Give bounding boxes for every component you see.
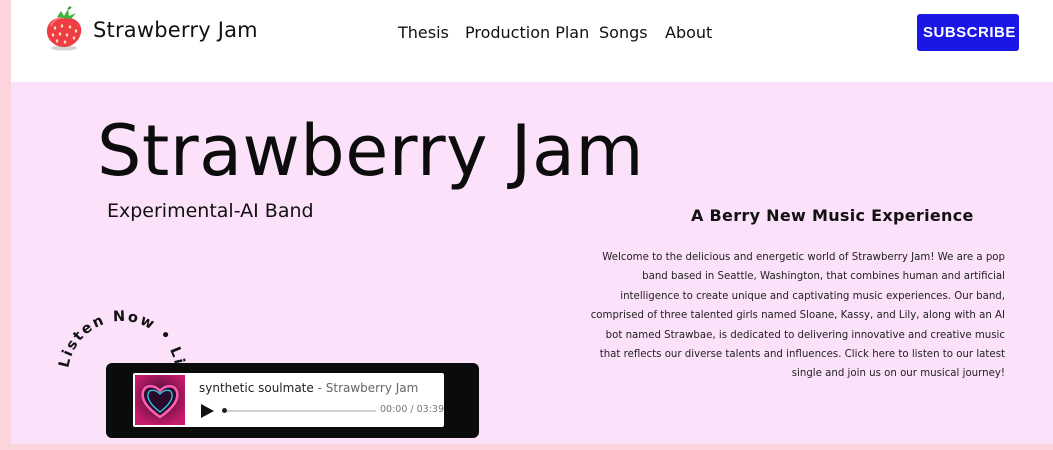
track-artist: Strawberry Jam bbox=[325, 381, 419, 395]
play-icon[interactable] bbox=[199, 403, 215, 419]
nav-songs[interactable]: Songs bbox=[599, 23, 648, 42]
nav-about[interactable]: About bbox=[665, 23, 712, 42]
hero-subtitle: Experimental-AI Band bbox=[107, 200, 314, 222]
band-description: Welcome to the delicious and energetic w… bbox=[590, 252, 1005, 380]
hero-section: Strawberry Jam Experimental-AI Band A Be… bbox=[11, 82, 1053, 444]
hero-title: Strawberry Jam bbox=[97, 110, 645, 192]
nav-thesis[interactable]: Thesis bbox=[398, 23, 449, 42]
nav-production-plan[interactable]: Production Plan bbox=[465, 23, 589, 42]
track-separator: - bbox=[313, 381, 326, 395]
strawberry-icon[interactable] bbox=[43, 6, 87, 52]
top-navigation-bar: Strawberry Jam Thesis Production Plan So… bbox=[11, 0, 1053, 82]
audio-player: synthetic soulmate - Strawberry Jam 00:0… bbox=[106, 363, 479, 438]
section-heading: A Berry New Music Experience bbox=[691, 206, 974, 225]
track-info: synthetic soulmate - Strawberry Jam bbox=[199, 381, 418, 395]
album-cover bbox=[135, 375, 185, 425]
brand-name[interactable]: Strawberry Jam bbox=[93, 18, 258, 42]
subscribe-button[interactable]: SUBSCRIBE bbox=[917, 14, 1019, 51]
progress-knob[interactable] bbox=[222, 408, 227, 413]
playback-time: 00:00 / 03:39 bbox=[380, 404, 444, 415]
audio-player-panel: synthetic soulmate - Strawberry Jam 00:0… bbox=[133, 373, 444, 427]
progress-bar[interactable] bbox=[222, 408, 376, 413]
track-title: synthetic soulmate bbox=[199, 381, 314, 395]
